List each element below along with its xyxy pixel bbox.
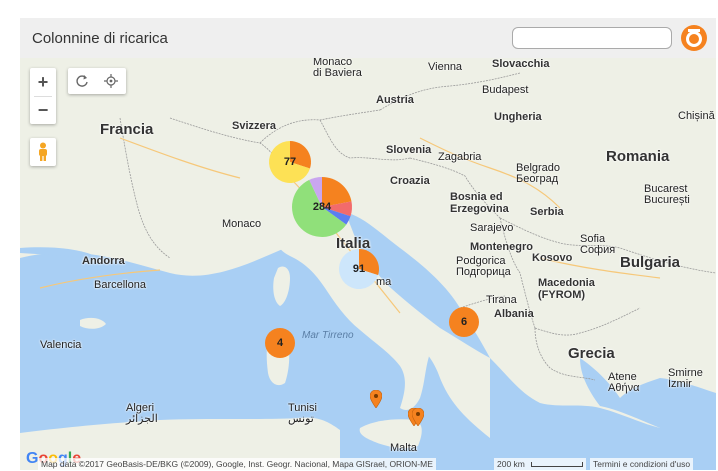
cluster-count[interactable]: 4 (277, 337, 283, 349)
cluster-count[interactable]: 91 (353, 263, 365, 275)
map-tools (68, 68, 126, 94)
zoom-in-button[interactable]: + (30, 68, 56, 96)
pegman-control[interactable] (30, 138, 56, 166)
brand-logo-icon (681, 25, 707, 51)
header-bar: Colonnine di ricarica (20, 18, 716, 58)
app-title: Colonnine di ricarica (32, 30, 168, 47)
cluster-layer (265, 141, 479, 358)
cluster-count[interactable]: 77 (284, 156, 296, 168)
cluster-count[interactable]: 284 (313, 201, 331, 213)
map-attribution: Map data ©2017 GeoBasis-DE/BKG (©2009), … (38, 458, 436, 470)
scale-bar (531, 462, 584, 468)
zoom-control: + − (30, 68, 56, 124)
marker-pin-icon[interactable] (370, 390, 382, 408)
map-scale: 200 km (494, 458, 587, 470)
zoom-out-button[interactable]: − (30, 97, 56, 124)
locate-icon[interactable] (104, 74, 118, 88)
app-window: Colonnine di ricarica Francia Svizzera A… (20, 18, 716, 470)
scale-label: 200 km (497, 459, 525, 469)
pegman-icon (39, 142, 47, 161)
marker-pin-icon[interactable] (412, 408, 424, 426)
map-canvas[interactable]: Francia Svizzera Austria Italia Romania … (20, 58, 716, 470)
terms-link[interactable]: Termini e condizioni d'uso (590, 458, 694, 470)
cluster-count[interactable]: 6 (461, 316, 467, 328)
refresh-icon[interactable] (75, 74, 89, 88)
search-input[interactable] (512, 27, 672, 49)
